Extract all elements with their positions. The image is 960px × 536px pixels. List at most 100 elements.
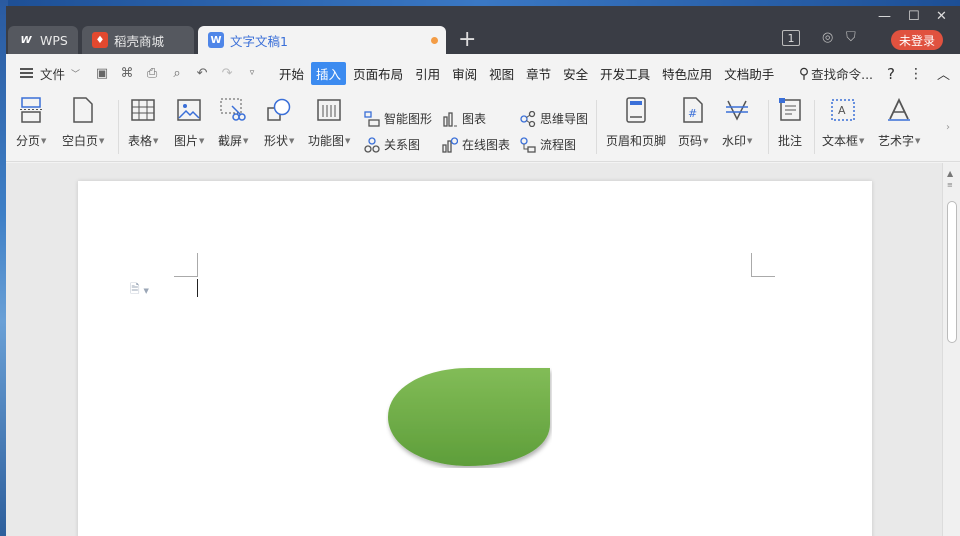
text-box-icon: A — [829, 96, 857, 124]
unsaved-dot-icon — [431, 37, 438, 44]
blank-page-label: 空白页 — [62, 134, 99, 148]
menu-tab-4[interactable]: 审阅 — [447, 62, 482, 85]
new-tab-plus-icon[interactable]: + — [458, 28, 476, 52]
chart-button[interactable]: 图表 — [442, 110, 486, 127]
shape-button[interactable]: 形状▼ — [264, 96, 294, 149]
minimize-icon[interactable]: — — [878, 9, 891, 24]
dropdown-arrow-icon: ▼ — [345, 137, 351, 145]
divider — [596, 100, 597, 154]
flowchart-button[interactable]: 流程图 — [520, 136, 576, 153]
flowchart-icon — [520, 136, 536, 153]
document-page[interactable]: 🗎 ▼ — [78, 181, 872, 536]
menu-tab-9[interactable]: 特色应用 — [657, 62, 717, 85]
customize-toolbar-icon[interactable]: ▿ — [244, 68, 260, 78]
smart-art-button[interactable]: 智能图形 — [364, 110, 432, 127]
file-menu[interactable]: 文件 ﹀ — [20, 64, 80, 83]
svg-text:A: A — [838, 104, 846, 117]
online-chart-button[interactable]: 在线图表 — [442, 136, 510, 153]
table-label: 表格 — [128, 134, 153, 148]
dropdown-arrow-icon: ▼ — [703, 137, 709, 145]
shape-icon — [265, 96, 293, 124]
dropdown-arrow-icon: ▼ — [41, 137, 47, 145]
dropdown-arrow-icon: ▼ — [153, 137, 159, 145]
function-chart-button[interactable]: 功能图▼ — [308, 96, 350, 149]
mind-map-button[interactable]: 思维导图 — [520, 110, 588, 127]
save-icon[interactable]: ▣ — [94, 66, 110, 81]
print-preview-icon[interactable]: ⌕ — [169, 66, 185, 81]
dropdown-arrow-icon: ▼ — [99, 137, 105, 145]
word-art-button[interactable]: 艺术字▼ — [878, 96, 920, 149]
tab-document[interactable]: W 文字文稿1 — [198, 26, 446, 54]
maximize-icon[interactable]: ☐ — [908, 9, 920, 24]
comment-label: 批注 — [777, 134, 802, 148]
page-break-icon — [17, 96, 45, 124]
menu-tab-2[interactable]: 页面布局 — [348, 62, 408, 85]
file-menu-label: 文件 — [40, 66, 66, 82]
leaf-shape[interactable] — [386, 366, 552, 468]
paragraph-layout-icon[interactable]: 🗎 ▼ — [130, 280, 149, 301]
picture-icon — [175, 96, 203, 124]
collapse-ribbon-icon[interactable]: ︿ — [937, 64, 950, 83]
search-command[interactable]: ⚲ 查找命令... — [799, 64, 873, 83]
undo-icon[interactable]: ↶ — [194, 66, 210, 81]
header-footer-button[interactable]: 页眉和页脚 — [606, 96, 666, 149]
blank-page-button[interactable]: 空白页▼ — [62, 96, 104, 149]
menu-tabs: 开始 插入 页面布局 引用 审阅 视图 章节 安全 开发工具 特色应用 文档助手 — [274, 61, 781, 85]
more-icon[interactable]: ⋮ — [909, 66, 923, 82]
close-icon[interactable]: ✕ — [936, 9, 947, 24]
tab-label: 文字文稿1 — [230, 33, 288, 49]
table-button[interactable]: 表格▼ — [128, 96, 158, 149]
menu-tab-8[interactable]: 开发工具 — [595, 62, 655, 85]
relation-chart-label: 关系图 — [384, 138, 421, 152]
page-number-button[interactable]: # 页码▼ — [678, 96, 708, 149]
document-area: 🗎 ▼ — [6, 163, 942, 536]
relation-chart-icon — [364, 136, 380, 153]
screenshot-label: 截屏 — [218, 134, 243, 148]
scroll-thumb[interactable] — [947, 201, 957, 343]
word-art-label: 艺术字 — [878, 134, 915, 148]
tab-wps[interactable]: W WPS — [8, 26, 78, 54]
menu-tab-0[interactable]: 开始 — [274, 62, 309, 85]
menu-tab-5[interactable]: 视图 — [484, 62, 519, 85]
scroll-up-icon[interactable]: ▲ — [947, 169, 953, 178]
online-chart-icon — [442, 136, 458, 153]
picture-button[interactable]: 图片▼ — [174, 96, 204, 149]
dropdown-arrow-icon: ▼ — [747, 137, 753, 145]
dropdown-arrow-icon: ▼ — [289, 137, 295, 145]
menu-tab-3[interactable]: 引用 — [410, 62, 445, 85]
menu-tab-1[interactable]: 插入 — [311, 61, 347, 85]
help-icon[interactable]: ? — [887, 65, 895, 83]
divider — [814, 100, 815, 154]
mind-map-label: 思维导图 — [540, 112, 589, 126]
picture-label: 图片 — [174, 134, 199, 148]
page-break-button[interactable]: 分页▼ — [16, 96, 46, 149]
shape-label: 形状 — [264, 134, 289, 148]
relation-chart-button[interactable]: 关系图 — [364, 136, 420, 153]
screenshot-button[interactable]: 截屏▼ — [218, 96, 248, 149]
table-icon — [129, 96, 157, 124]
flowchart-label: 流程图 — [540, 138, 577, 152]
watermark-button[interactable]: 水印▼ — [722, 96, 752, 149]
menu-tab-7[interactable]: 安全 — [558, 62, 593, 85]
text-box-button[interactable]: A 文本框▼ — [822, 96, 864, 149]
format-painter-icon[interactable]: ⌘ — [119, 66, 135, 81]
login-button[interactable]: 未登录 — [891, 30, 943, 50]
page-number-label: 页码 — [678, 134, 703, 148]
chevron-down-icon: ﹀ — [71, 69, 81, 80]
tab-daoke-store[interactable]: ♦ 稻壳商城 — [82, 26, 194, 54]
menu-tab-6[interactable]: 章节 — [521, 62, 556, 85]
shirt-icon[interactable]: ⛉ — [846, 30, 856, 45]
menu-tab-10[interactable]: 文档助手 — [719, 62, 779, 85]
comment-button[interactable]: 批注 — [776, 96, 804, 149]
ribbon-scroll-right-icon[interactable]: › — [946, 122, 950, 133]
scroll-split-icon[interactable]: ≡ — [947, 181, 953, 189]
mind-map-icon — [520, 110, 536, 127]
skin-icon[interactable]: ◎ — [822, 30, 833, 45]
vertical-scrollbar[interactable]: ▲ ≡ — [942, 163, 960, 536]
window-count-badge[interactable]: 1 — [782, 30, 800, 46]
redo-icon[interactable]: ↷ — [219, 66, 235, 81]
menu-right: ⚲ 查找命令... ? ⋮ ︿ — [799, 64, 950, 84]
blank-page-icon — [69, 96, 97, 124]
print-icon[interactable]: ⎙ — [144, 66, 160, 81]
dropdown-arrow-icon: ▼ — [859, 137, 865, 145]
